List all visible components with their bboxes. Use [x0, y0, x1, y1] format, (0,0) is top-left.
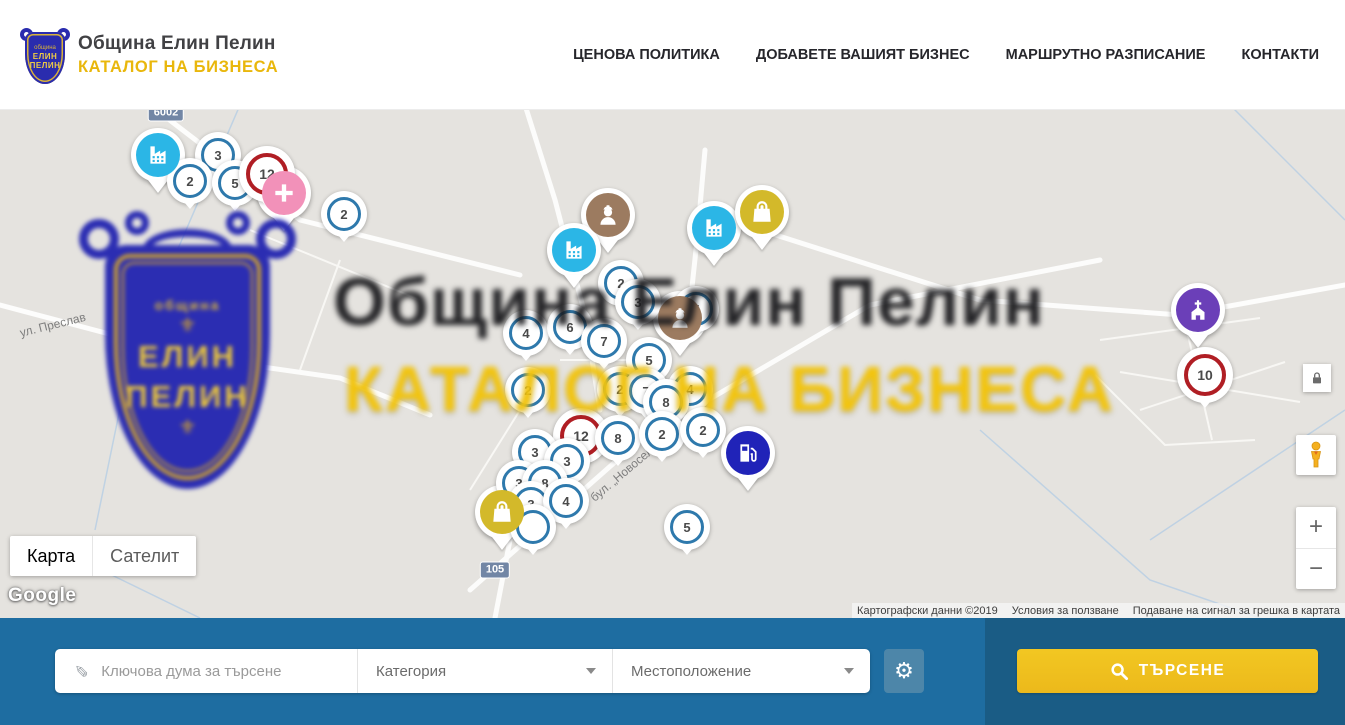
fuel-icon [726, 431, 770, 475]
cluster-count: 8 [601, 421, 635, 455]
attribution-link-1[interactable]: Условия за ползване [1012, 605, 1119, 617]
map-cluster[interactable]: 8 [595, 415, 641, 461]
attribution-link-2[interactable]: Подаване на сигнал за грешка в картата [1133, 605, 1340, 617]
map-cluster[interactable]: 2 [505, 367, 551, 413]
bag-icon [480, 490, 524, 534]
crest-small-text: община [34, 45, 56, 52]
search-button[interactable]: ТЪРСЕНЕ [1017, 649, 1318, 693]
search-field-group: ✎ Категория Местоположение [55, 649, 870, 693]
pegman-button[interactable] [1296, 435, 1336, 475]
cluster-count: 2 [327, 197, 361, 231]
map-pin-factory[interactable] [687, 201, 741, 255]
cluster-count: 4 [509, 316, 543, 350]
map-cluster[interactable]: 2 [321, 191, 367, 237]
cluster-count: 5 [670, 510, 704, 544]
category-label: Категория [376, 663, 446, 680]
map-canvas[interactable]: 6002105 ул. Преславбул. „Новоселци 32512… [0, 110, 1345, 618]
pencil-icon: ✎ [70, 664, 90, 678]
nav-item-0[interactable]: ЦЕНОВА ПОЛИТИКА [573, 47, 720, 63]
zoom-control: + − [1296, 507, 1336, 589]
lock-control-button[interactable] [1303, 364, 1331, 392]
search-bar: ✎ Категория Местоположение ⚙ ТЪРСЕНЕ [0, 618, 1345, 725]
map-type-control: Карта Сателит [10, 536, 196, 576]
map-cluster[interactable]: 2 [639, 411, 685, 457]
map-cluster[interactable]: 3 [615, 279, 661, 325]
cluster-count: 4 [549, 484, 583, 518]
cluster-count: 10 [1184, 354, 1226, 396]
advanced-settings-button[interactable]: ⚙ [884, 649, 924, 693]
google-logo[interactable]: Google [8, 585, 76, 607]
location-label: Местоположение [631, 663, 751, 680]
map-attribution: Картографски данни ©2019 Условия за ползв… [852, 603, 1345, 618]
category-select[interactable]: Категория [357, 649, 612, 693]
site-logo[interactable]: община ЕЛИН ПЕЛИН Община Елин Пелин КАТА… [22, 26, 278, 84]
map-type-map-button[interactable]: Карта [10, 536, 92, 576]
map-cluster[interactable]: 7 [581, 318, 627, 364]
map-type-satellite-button[interactable]: Сателит [92, 536, 196, 576]
worker-icon [658, 296, 702, 340]
cluster-count: 7 [587, 324, 621, 358]
map-cluster[interactable]: 5 [664, 504, 710, 550]
crest-name-line1: ЕЛИН [33, 52, 57, 61]
factory-icon [136, 133, 180, 177]
map-cluster[interactable]: 4 [503, 310, 549, 356]
zoom-out-button[interactable]: − [1296, 548, 1336, 590]
site-title: Община Елин Пелин [78, 33, 278, 55]
worker-icon [586, 193, 630, 237]
factory-icon [552, 228, 596, 272]
keyword-section: ✎ [55, 649, 357, 693]
bag-icon [740, 190, 784, 234]
map-cluster[interactable]: 10 [1177, 347, 1233, 403]
cluster-count: 3 [621, 285, 655, 319]
cluster-count: 2 [173, 164, 207, 198]
pegman-icon [1304, 441, 1328, 469]
search-button-label: ТЪРСЕНЕ [1139, 662, 1225, 680]
site-subtitle: КАТАЛОГ НА БИЗНЕСА [78, 58, 278, 77]
chevron-down-icon [844, 668, 854, 674]
nav-item-3[interactable]: КОНТАКТИ [1241, 47, 1319, 63]
main-nav: ЦЕНОВА ПОЛИТИКА ДОБАВЕТЕ ВАШИЯТ БИЗНЕС МАР… [573, 47, 1319, 63]
chevron-down-icon [586, 668, 596, 674]
lock-icon [1309, 370, 1325, 386]
cluster-count: 2 [686, 413, 720, 447]
zoom-in-button[interactable]: + [1296, 507, 1336, 548]
search-icon [1110, 662, 1129, 681]
map-pin-bag[interactable] [735, 185, 789, 239]
map-markers: 32512223546752274812822333834510 [0, 110, 1345, 618]
cluster-count: 2 [511, 373, 545, 407]
map-pin-church[interactable] [1171, 283, 1225, 337]
municipality-crest-icon: община ЕЛИН ПЕЛИН [22, 26, 68, 84]
location-select[interactable]: Местоположение [612, 649, 870, 693]
nav-item-2[interactable]: МАРШРУТНО РАЗПИСАНИЕ [1006, 47, 1206, 63]
map-pin-fuel[interactable] [721, 426, 775, 480]
factory-icon [692, 206, 736, 250]
header: община ЕЛИН ПЕЛИН Община Елин Пелин КАТА… [0, 0, 1345, 110]
church-icon [1176, 288, 1220, 332]
plus-icon [262, 171, 306, 215]
attribution-text: Картографски данни ©2019 [857, 605, 998, 617]
crest-name-line2: ПЕЛИН [30, 61, 61, 70]
map-cluster[interactable]: 2 [680, 407, 726, 453]
cluster-count: 2 [645, 417, 679, 451]
keyword-input[interactable] [99, 662, 329, 681]
nav-item-1[interactable]: ДОБАВЕТЕ ВАШИЯТ БИЗНЕС [756, 47, 970, 63]
